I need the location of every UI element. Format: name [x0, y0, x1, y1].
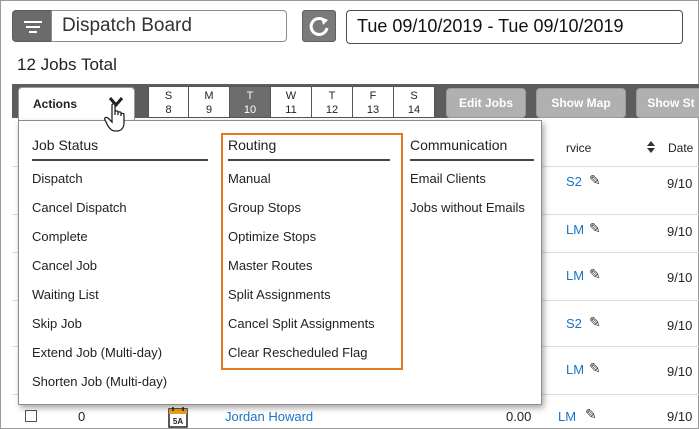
menu-item-manual[interactable]: Manual	[228, 171, 390, 200]
menu-item-split-assignments[interactable]: Split Assignments	[228, 287, 390, 316]
menu-item-extend-job[interactable]: Extend Job (Multi-day)	[32, 345, 208, 374]
day-wed-11[interactable]: W 11	[271, 86, 312, 118]
communication-heading: Communication	[410, 137, 534, 161]
day-sat-14[interactable]: S 14	[394, 86, 435, 118]
menu-item-skip-job[interactable]: Skip Job	[32, 316, 208, 345]
job-status-column: Job Status Dispatch Cancel Dispatch Comp…	[32, 137, 208, 403]
date-cell: 9/10	[667, 176, 693, 191]
date-cell: 9/10	[667, 270, 693, 285]
service-link[interactable]: LM	[566, 268, 584, 283]
service-link[interactable]: LM	[566, 362, 584, 377]
menu-item-shorten-job[interactable]: Shorten Job (Multi-day)	[32, 374, 208, 403]
show-st-button[interactable]: Show St	[636, 88, 699, 118]
menu-item-dispatch[interactable]: Dispatch	[32, 171, 208, 200]
date-cell: 9/10	[667, 318, 693, 333]
menu-button[interactable]	[12, 10, 52, 42]
pencil-icon[interactable]: ✎	[589, 172, 601, 189]
hamburger-icon	[24, 21, 42, 36]
refresh-icon	[309, 16, 329, 36]
service-link[interactable]: LM	[566, 222, 584, 237]
day-thu-12[interactable]: T 12	[312, 86, 353, 118]
routing-column: Routing Manual Group Stops Optimize Stop…	[228, 137, 390, 374]
row-checkbox[interactable]	[25, 410, 37, 422]
pencil-icon[interactable]: ✎	[589, 220, 601, 237]
pencil-icon[interactable]: ✎	[585, 406, 597, 423]
day-tue-10[interactable]: T 10	[230, 86, 271, 118]
amount-cell: 0.00	[506, 409, 532, 424]
date-cell: 9/10	[667, 224, 693, 239]
day-sun-8[interactable]: S8	[148, 86, 189, 118]
job-status-heading: Job Status	[32, 137, 208, 161]
day-mon-9[interactable]: M9	[189, 86, 230, 118]
row-count: 0	[78, 409, 86, 424]
week-day-selector: S8 M9 T 10 W 11 T 12 F 13 S 14	[148, 86, 435, 118]
menu-item-email-clients[interactable]: Email Clients	[410, 171, 534, 200]
date-column-header[interactable]: Date	[668, 141, 693, 155]
menu-item-cancel-dispatch[interactable]: Cancel Dispatch	[32, 200, 208, 229]
calendar-label: 5A	[173, 417, 183, 426]
calendar-icon: 5A	[168, 407, 188, 428]
communication-column: Communication Email Clients Jobs without…	[410, 137, 534, 229]
show-map-button[interactable]: Show Map	[536, 88, 626, 118]
sort-icon[interactable]	[647, 141, 655, 153]
routing-heading: Routing	[228, 137, 390, 161]
pencil-icon[interactable]: ✎	[589, 314, 601, 331]
board-selector[interactable]: Dispatch Board	[51, 10, 287, 42]
pencil-icon[interactable]: ✎	[589, 266, 601, 283]
menu-item-cancel-split-assignments[interactable]: Cancel Split Assignments	[228, 316, 390, 345]
service-link[interactable]: LM	[558, 409, 576, 424]
refresh-button[interactable]	[302, 10, 336, 42]
menu-item-jobs-without-emails[interactable]: Jobs without Emails	[410, 200, 534, 229]
service-link[interactable]: S2	[566, 316, 582, 331]
day-fri-13[interactable]: F 13	[353, 86, 394, 118]
jobs-total-label: 12 Jobs Total	[17, 55, 117, 74]
edit-jobs-button[interactable]: Edit Jobs	[446, 88, 526, 118]
menu-item-cancel-job[interactable]: Cancel Job	[32, 258, 208, 287]
actions-label: Actions	[33, 97, 78, 111]
client-name-link[interactable]: Jordan Howard	[225, 409, 313, 424]
service-link[interactable]: S2	[566, 174, 582, 189]
date-cell: 9/10	[667, 364, 693, 379]
menu-item-master-routes[interactable]: Master Routes	[228, 258, 390, 287]
menu-item-clear-rescheduled-flag[interactable]: Clear Rescheduled Flag	[228, 345, 390, 374]
service-column-header[interactable]: rvice	[566, 141, 591, 155]
pencil-icon[interactable]: ✎	[589, 360, 601, 377]
date-range-field[interactable]: Tue 09/10/2019 - Tue 09/10/2019	[346, 10, 683, 44]
hand-cursor-icon	[104, 103, 125, 132]
menu-item-waiting-list[interactable]: Waiting List	[32, 287, 208, 316]
actions-dropdown-menu: Job Status Dispatch Cancel Dispatch Comp…	[18, 120, 542, 405]
menu-item-complete[interactable]: Complete	[32, 229, 208, 258]
menu-item-group-stops[interactable]: Group Stops	[228, 200, 390, 229]
menu-item-optimize-stops[interactable]: Optimize Stops	[228, 229, 390, 258]
date-cell: 9/10	[667, 409, 693, 424]
